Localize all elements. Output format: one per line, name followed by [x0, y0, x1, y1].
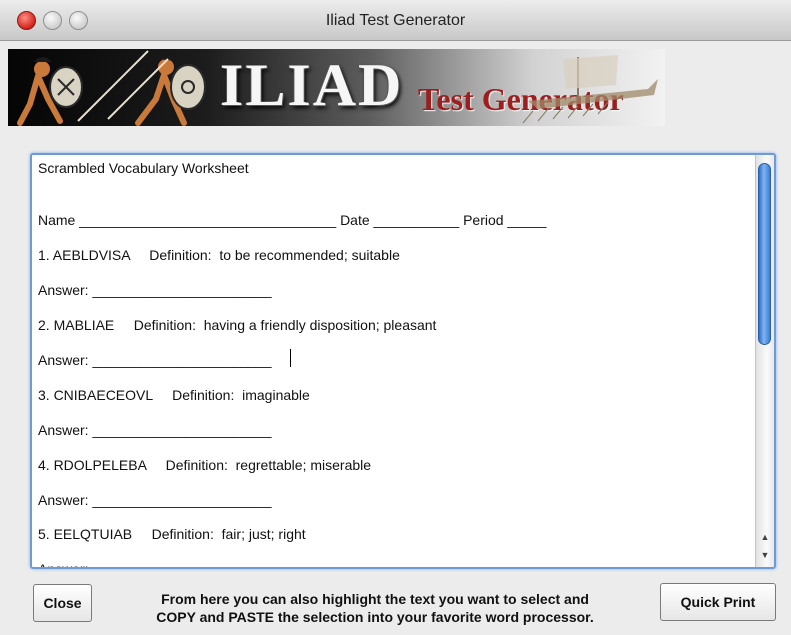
- greek-warriors-icon: [17, 50, 206, 126]
- text-caret: [290, 349, 291, 367]
- app-window: Iliad Test Generator ILIAD Test Generato…: [0, 0, 791, 635]
- hint-line-1: From here you can also highlight the tex…: [161, 591, 589, 607]
- worksheet-text-area[interactable]: Scrambled Vocabulary Worksheet Name ____…: [30, 153, 776, 569]
- vertical-scrollbar[interactable]: ▲ ▼: [755, 155, 774, 567]
- title-bar: Iliad Test Generator: [0, 0, 791, 41]
- chevron-up-icon[interactable]: ▲: [759, 530, 771, 544]
- scrollbar-thumb[interactable]: [758, 163, 771, 345]
- close-button[interactable]: Close: [33, 584, 92, 622]
- worksheet-line: Answer: _______________________: [38, 352, 272, 368]
- worksheet-line: 2. MABLIAE Definition: having a friendly…: [38, 317, 437, 333]
- worksheet-title: Scrambled Vocabulary Worksheet: [38, 160, 249, 176]
- greek-ship-icon: [522, 55, 658, 124]
- worksheet-line: 4. RDOLPELEBA Definition: regrettable; m…: [38, 457, 372, 473]
- worksheet-line: 1. AEBLDVISA Definition: to be recommend…: [38, 247, 400, 263]
- chevron-down-icon[interactable]: ▼: [759, 548, 771, 562]
- app-banner: ILIAD Test Generator: [8, 49, 665, 126]
- worksheet-line: 5. EELQTUIAB Definition: fair; just; rig…: [38, 526, 306, 542]
- worksheet-line: Answer:: [38, 561, 89, 569]
- worksheet-line: 3. CNIBAECEOVL Definition: imaginable: [38, 387, 310, 403]
- worksheet-line: Answer: _______________________: [38, 282, 272, 298]
- quick-print-button[interactable]: Quick Print: [660, 583, 776, 621]
- worksheet-line: Answer: _______________________: [38, 422, 272, 438]
- worksheet-line: Answer: _______________________: [38, 492, 272, 508]
- banner-title: ILIAD: [220, 52, 404, 118]
- window-title: Iliad Test Generator: [325, 12, 466, 29]
- copy-paste-hint: From here you can also highlight the tex…: [110, 590, 640, 626]
- worksheet-line: Name _________________________________ D…: [38, 212, 547, 228]
- hint-line-2: COPY and PASTE the selection into your f…: [156, 609, 594, 625]
